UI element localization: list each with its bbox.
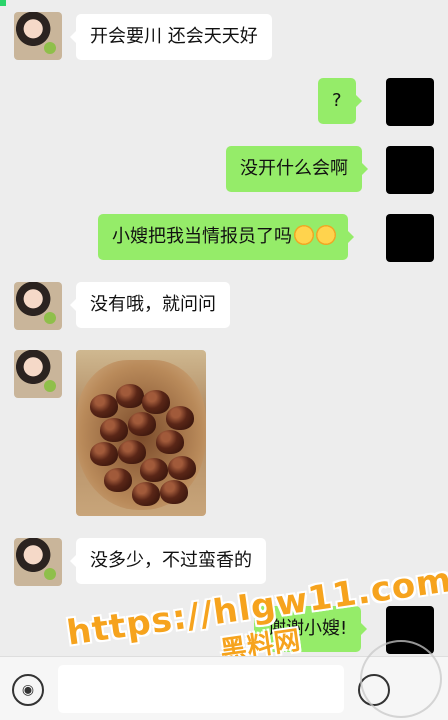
my-avatar[interactable]	[386, 78, 434, 126]
my-avatar[interactable]	[386, 606, 434, 654]
contact-avatar[interactable]	[14, 282, 62, 330]
contact-avatar[interactable]	[14, 12, 62, 60]
my-avatar[interactable]	[386, 146, 434, 194]
message-text: 小嫂把我当情报员了吗	[112, 226, 292, 247]
contact-avatar[interactable]	[14, 538, 62, 586]
message-input[interactable]	[58, 665, 344, 713]
laugh-cry-emoji-icon	[316, 225, 336, 245]
bowl-image	[76, 360, 206, 510]
chestnut-photo[interactable]	[76, 350, 206, 516]
message-bubble[interactable]: 没开什么会啊	[226, 146, 368, 192]
laugh-cry-emoji-icon	[294, 225, 314, 245]
message-bubble[interactable]: 没多少，不过蛮香的	[70, 538, 266, 584]
message-bubble[interactable]: ?	[318, 78, 362, 124]
input-bar: ◉	[0, 656, 448, 720]
contact-avatar[interactable]	[14, 350, 62, 398]
chat-area[interactable]: 开会要川 还会天天好 ? 没开什么会啊 小嫂把我当情报员了吗 没有哦，就问问 没…	[0, 0, 448, 656]
message-bubble[interactable]: 谢谢小嫂!	[254, 606, 368, 652]
message-bubble[interactable]: 小嫂把我当情报员了吗	[98, 214, 354, 260]
emoji-icon[interactable]	[358, 674, 390, 706]
voice-icon[interactable]: ◉	[12, 674, 44, 706]
message-bubble[interactable]: 开会要川 还会天天好	[70, 14, 272, 60]
my-avatar[interactable]	[386, 214, 434, 262]
message-bubble[interactable]: 没有哦，就问问	[70, 282, 230, 328]
